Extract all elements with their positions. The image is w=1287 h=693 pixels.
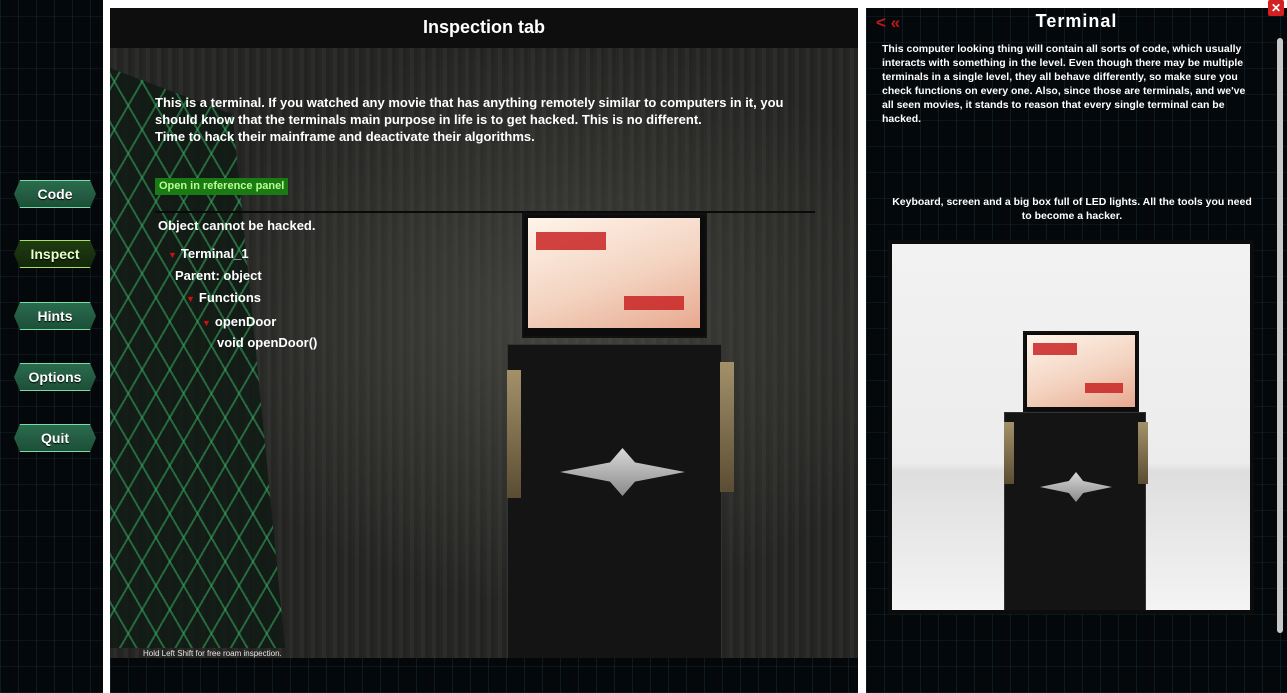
main-menu: Code Inspect Hints Options Quit bbox=[0, 0, 103, 693]
quit-button[interactable]: Quit bbox=[14, 424, 96, 452]
inspect-button[interactable]: Inspect bbox=[14, 240, 96, 268]
inspection-hint: Hold Left Shift for free roam inspection… bbox=[143, 649, 282, 658]
tree-node-terminal[interactable]: ▼ Terminal_1 bbox=[168, 246, 249, 263]
image-caption: Keyboard, screen and a big box full of L… bbox=[892, 196, 1252, 222]
tree-node-label: Functions bbox=[198, 290, 262, 305]
tree-node-label: openDoor bbox=[214, 314, 277, 329]
tree-node-function[interactable]: ▼ openDoor bbox=[202, 314, 276, 331]
expand-arrow-icon[interactable]: ▼ bbox=[168, 250, 177, 260]
preview-led-right bbox=[1138, 422, 1148, 484]
inspection-title: Inspection tab bbox=[422, 17, 545, 37]
reference-panel: < « Terminal ✕ This computer looking thi… bbox=[866, 0, 1287, 693]
led-strip-left bbox=[507, 370, 521, 498]
tree-parent-label: Parent: object bbox=[175, 268, 262, 283]
reference-title: Terminal bbox=[1035, 11, 1118, 31]
expand-arrow-icon[interactable]: ▼ bbox=[186, 294, 195, 304]
preview-screen bbox=[1027, 335, 1135, 407]
reference-scrollbar[interactable] bbox=[1277, 38, 1283, 633]
inspection-panel: Inspection tab This is a terminal. If yo… bbox=[110, 8, 858, 693]
function-signature: void openDoor() bbox=[217, 335, 318, 350]
code-button[interactable]: Code bbox=[14, 180, 96, 208]
terminal-screen bbox=[528, 218, 700, 328]
terminal-preview-image bbox=[888, 240, 1254, 614]
reference-description: This computer looking thing will contain… bbox=[882, 43, 1246, 125]
tree-node-functions[interactable]: ▼ Functions bbox=[186, 290, 261, 307]
inspection-footer bbox=[110, 658, 858, 693]
hints-button[interactable]: Hints bbox=[14, 302, 96, 330]
preview-led-left bbox=[1004, 422, 1014, 484]
divider bbox=[155, 211, 815, 213]
terminal-cabinet bbox=[507, 344, 722, 693]
close-icon[interactable]: ✕ bbox=[1268, 0, 1284, 16]
tree-node-label: Terminal_1 bbox=[180, 246, 249, 261]
expand-arrow-icon[interactable]: ▼ bbox=[202, 318, 211, 328]
options-button[interactable]: Options bbox=[14, 363, 96, 391]
open-reference-button[interactable]: Open in reference panel bbox=[155, 178, 289, 195]
led-strip-right bbox=[720, 362, 734, 492]
preview-cabinet bbox=[1004, 412, 1146, 610]
inspection-description: This is a terminal. If you watched any m… bbox=[155, 95, 784, 144]
hack-status: Object cannot be hacked. bbox=[158, 218, 316, 233]
inspection-header: Inspection tab bbox=[110, 8, 858, 48]
